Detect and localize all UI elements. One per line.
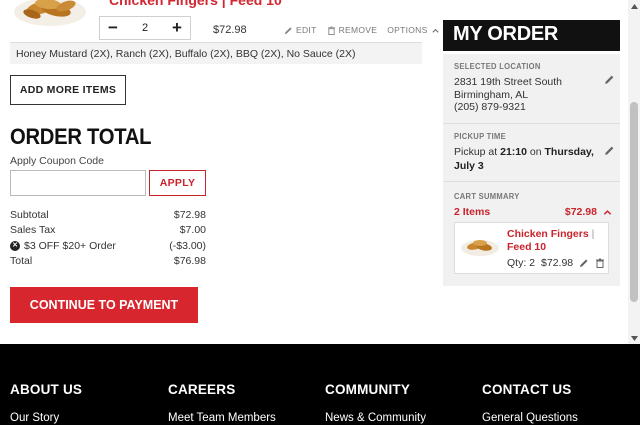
continue-to-payment-button[interactable]: CONTINUE TO PAYMENT bbox=[10, 287, 198, 323]
selected-location-section: SELECTED LOCATION 2831 19th Street South… bbox=[454, 62, 615, 114]
total-value: $76.98 bbox=[173, 255, 206, 268]
sales-tax-row: Sales Tax $7.00 bbox=[10, 223, 206, 239]
my-order-panel: SELECTED LOCATION 2831 19th Street South… bbox=[443, 54, 620, 286]
edit-label: EDIT bbox=[296, 25, 317, 35]
quantity-stepper: − 2 + bbox=[99, 16, 191, 40]
cart-item: Chicken Fingers | Feed 10 − 2 + $72.98 E… bbox=[10, 0, 439, 42]
trash-icon bbox=[327, 25, 335, 35]
pencil-icon[interactable] bbox=[604, 74, 615, 85]
discount-value: (-$3.00) bbox=[169, 239, 206, 252]
footer-link-our-story[interactable]: Our Story bbox=[10, 412, 82, 424]
quantity-value[interactable]: 2 bbox=[142, 22, 148, 34]
footer-community-heading: COMMUNITY bbox=[325, 382, 411, 397]
remove-label: REMOVE bbox=[338, 25, 378, 35]
coupon-label: Apply Coupon Code bbox=[10, 155, 104, 167]
cart-item-name-part1: Chicken Fingers bbox=[507, 228, 589, 240]
location-phone: (205) 879-9321 bbox=[454, 101, 526, 113]
apply-coupon-button[interactable]: APPLY bbox=[149, 170, 206, 196]
cart-summary-price: $72.98 bbox=[541, 257, 574, 269]
location-address: 2831 19th Street South Birmingham, AL (2… bbox=[454, 76, 612, 114]
footer-contact-column: CONTACT US General Questions bbox=[482, 382, 578, 424]
scroll-up-arrow-icon bbox=[630, 3, 638, 9]
divider bbox=[443, 181, 620, 182]
cart-summary-item: Chicken Fingers | Feed 10 Qty: 2 $72.98 bbox=[454, 222, 609, 274]
cart-items-count: 2 Items bbox=[454, 206, 491, 218]
footer-contact-heading: CONTACT US bbox=[482, 382, 572, 397]
subtotal-label: Subtotal bbox=[10, 208, 49, 221]
scroll-up-button[interactable] bbox=[628, 0, 640, 12]
pickup-on: on bbox=[529, 146, 542, 158]
footer-link-meet-team[interactable]: Meet Team Members bbox=[168, 412, 276, 424]
cart-summary-toggle[interactable]: 2 Items $72.98 bbox=[454, 206, 612, 218]
pencil-icon bbox=[284, 26, 292, 34]
cart-item-title[interactable]: Chicken Fingers | Feed 10 bbox=[109, 0, 282, 8]
scrollbar-thumb[interactable] bbox=[630, 102, 638, 302]
cart-summary-item-name[interactable]: Chicken Fingers | Feed 10 bbox=[507, 228, 607, 253]
my-order-heading: MY ORDER bbox=[443, 20, 620, 51]
site-footer: ABOUT US Our Story CAREERS Meet Team Mem… bbox=[0, 344, 640, 425]
cart-item-price: $72.98 bbox=[213, 24, 247, 36]
coupon-input[interactable] bbox=[10, 170, 146, 196]
pickup-time-section: PICKUP TIME Pickup at 21:10 on Thursday,… bbox=[454, 132, 615, 173]
footer-link-news[interactable]: News & Community bbox=[325, 412, 426, 424]
chicken-fingers-thumbnail bbox=[461, 240, 499, 256]
pickup-time-text: Pickup at 21:10 on Thursday, July 3 bbox=[454, 146, 612, 173]
page-scrollbar[interactable] bbox=[628, 0, 640, 344]
total-label: Total bbox=[10, 255, 33, 268]
selected-location-label: SELECTED LOCATION bbox=[454, 62, 541, 71]
sales-tax-value: $7.00 bbox=[179, 224, 206, 237]
pencil-icon[interactable] bbox=[579, 258, 589, 268]
footer-link-general-questions[interactable]: General Questions bbox=[482, 412, 578, 424]
chicken-fingers-thumbnail bbox=[14, 0, 86, 26]
pickup-prefix: Pickup at bbox=[454, 146, 498, 158]
totals-table: Subtotal $72.98 Sales Tax $7.00 ✕ $3 OFF… bbox=[10, 207, 206, 269]
chevron-up-icon bbox=[603, 209, 612, 215]
cart-item-name-part2: Feed 10 bbox=[507, 240, 547, 253]
increase-quantity-button[interactable]: + bbox=[170, 18, 184, 38]
add-more-items-button[interactable]: ADD MORE ITEMS bbox=[10, 75, 126, 105]
sales-tax-label: Sales Tax bbox=[10, 224, 56, 237]
footer-careers-column: CAREERS Meet Team Members bbox=[168, 382, 276, 424]
sauce-options: Honey Mustard (2X), Ranch (2X), Buffalo … bbox=[10, 42, 422, 64]
footer-about-heading: ABOUT US bbox=[10, 382, 83, 397]
order-total-heading: ORDER TOTAL bbox=[10, 124, 152, 149]
options-toggle[interactable]: OPTIONS bbox=[387, 25, 439, 35]
footer-about-column: ABOUT US Our Story bbox=[10, 382, 82, 424]
footer-community-column: COMMUNITY News & Community bbox=[325, 382, 426, 424]
options-label: OPTIONS bbox=[387, 25, 428, 35]
subtotal-value: $72.98 bbox=[173, 208, 206, 221]
cart-item-name-separator: | bbox=[591, 228, 595, 240]
pickup-time-value: 21:10 bbox=[500, 146, 527, 158]
cart-summary-section: CART SUMMARY 2 Items $72.98 bbox=[454, 192, 612, 218]
address-line-2: Birmingham, AL bbox=[454, 88, 529, 101]
remove-item-button[interactable]: REMOVE bbox=[327, 25, 378, 35]
close-circle-icon[interactable]: ✕ bbox=[10, 240, 20, 251]
footer-careers-heading: CAREERS bbox=[168, 382, 236, 397]
cart-summary-label: CART SUMMARY bbox=[454, 192, 520, 201]
total-row: Total $76.98 bbox=[10, 254, 206, 270]
address-line-1: 2831 19th Street South bbox=[454, 76, 562, 88]
trash-icon[interactable] bbox=[595, 258, 605, 268]
subtotal-row: Subtotal $72.98 bbox=[10, 207, 206, 223]
chevron-up-icon bbox=[431, 28, 439, 33]
scroll-down-arrow-icon bbox=[630, 335, 638, 341]
cart-summary-qty: Qty: 2 bbox=[507, 257, 536, 269]
pickup-time-label: PICKUP TIME bbox=[454, 132, 506, 141]
divider bbox=[443, 123, 620, 124]
cart-summary-item-meta: Qty: 2 $72.98 bbox=[507, 257, 605, 269]
decrease-quantity-button[interactable]: − bbox=[106, 18, 120, 38]
scroll-down-button[interactable] bbox=[628, 332, 640, 344]
cart-item-actions: EDIT REMOVE OPTIONS bbox=[284, 25, 440, 35]
edit-item-button[interactable]: EDIT bbox=[284, 25, 317, 35]
discount-row: ✕ $3 OFF $20+ Order (-$3.00) bbox=[10, 238, 206, 254]
cart-summary-total: $72.98 bbox=[564, 206, 597, 218]
discount-label: $3 OFF $20+ Order bbox=[24, 239, 116, 252]
pencil-icon[interactable] bbox=[604, 145, 615, 156]
